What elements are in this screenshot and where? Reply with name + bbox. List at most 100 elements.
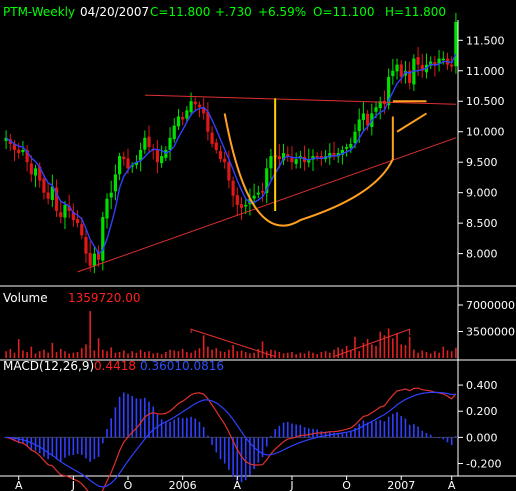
close-label: C=11.800 [150,5,210,19]
candle-body [84,236,88,254]
candle-body [147,136,151,147]
macd-tick-label: 0.000 [466,431,498,444]
candle-body [92,253,96,267]
candle-body [353,131,357,144]
candle-body [361,113,366,120]
volume-bar [404,345,407,358]
macd-histogram-bar [181,418,184,438]
macd-histogram-bar [80,437,83,455]
candle-body [252,195,256,199]
candle-body [176,116,181,127]
volume-bar [371,344,373,358]
volume-bar [320,351,323,358]
volume-tick-label: 7000000 [466,299,515,312]
candle-body [349,143,353,148]
candle-body [315,155,319,158]
volume-bar [375,345,377,358]
macd-histogram-bar [190,416,192,438]
macd-histogram-bar [38,437,41,454]
macd-histogram-bar [139,398,142,438]
candle-body [160,156,164,164]
volume-bar [17,339,20,358]
macd-histogram-bar [450,437,453,446]
volume-bar [9,348,12,358]
date-label: 04/20/2007 [80,5,149,19]
volume-bar [55,351,58,358]
volume-bar [127,353,129,358]
volume-bar [186,351,188,358]
macd-histogram-bar [47,437,49,460]
volume-bar [249,353,251,358]
volume-bar [362,342,365,358]
macd-histogram-bar [350,431,352,438]
candle-body [88,253,92,266]
handle-lines [392,100,427,133]
macd-value: 0.4418 [94,359,136,373]
volume-bar [274,350,276,358]
macd-hist-value: 0.0816 [182,359,224,373]
volume-bar [392,338,394,358]
macd-histogram-bar [434,437,436,438]
price-tick-label: 10.500 [466,95,505,108]
price-tick-label: 11.000 [466,65,505,78]
volume-bar [286,352,289,358]
volume-bar [455,347,457,358]
volume-bar [34,353,37,358]
price-tick-label: 11.500 [466,34,505,47]
macd-tick-label: 0.400 [466,379,498,392]
support-trendline [77,137,457,273]
stock-chart-window: 11.500 11.000 10.500 10.000 9.500 9.000 8.500 8… [0,0,516,491]
volume-bar [211,349,213,358]
volume-bar [328,352,331,358]
volume-bar [429,353,432,358]
macd-title: MACD(12,26,9) [3,359,94,373]
volume-bar [379,331,382,358]
volume-bar [139,349,142,358]
candle-body [391,70,395,77]
candle-body [185,110,189,119]
candle-body [290,157,294,163]
macd-histogram-bar [101,437,104,444]
price-tick-label: 9.500 [466,156,498,169]
macd-histogram-bar [400,416,403,438]
macd-histogram-bar [282,422,285,438]
volume-bar [80,348,83,358]
volume-bar [442,346,445,358]
macd-histogram-bar [278,425,281,438]
macd-histogram-bar [236,437,239,481]
candle-body [210,132,214,144]
macd-histogram-bar [202,426,205,438]
volume-bar [76,351,79,358]
macd-histogram-bar [30,437,33,451]
volume-bar [93,350,96,358]
candle-body [181,117,185,120]
macd-histogram-bar [148,401,150,438]
macd-histogram-bar [118,396,121,438]
macd-histogram-bar [358,423,361,438]
volume-bar [114,352,117,358]
volume-bar [400,344,403,358]
macd-histogram-bar [198,421,201,438]
volume-bar [244,351,247,358]
volume-bar [316,354,318,358]
candle-body [395,64,399,72]
candle-body [63,204,67,218]
volume-bar [131,351,134,358]
candle-body [59,212,63,218]
price-axis: 11.500 11.000 10.500 10.000 9.500 9.000 8.500 8… [458,34,515,471]
volume-bar [291,351,293,358]
macd-histogram-bar [127,393,129,438]
volume-title: Volume [3,291,48,305]
volume-bar [110,347,112,358]
candle-body [75,219,80,224]
chart-canvas: 11.500 11.000 10.500 10.000 9.500 9.000 8.500 8… [0,5,516,491]
volume-series [5,311,457,358]
volume-bar [85,344,87,358]
volume-bar [413,349,415,358]
macd-histogram-bar [110,418,112,438]
volume-bar [450,351,453,358]
volume-bar [51,342,54,358]
macd-histogram-bar [396,412,398,438]
macd-histogram-bar [211,437,213,445]
candle-body [235,195,239,205]
